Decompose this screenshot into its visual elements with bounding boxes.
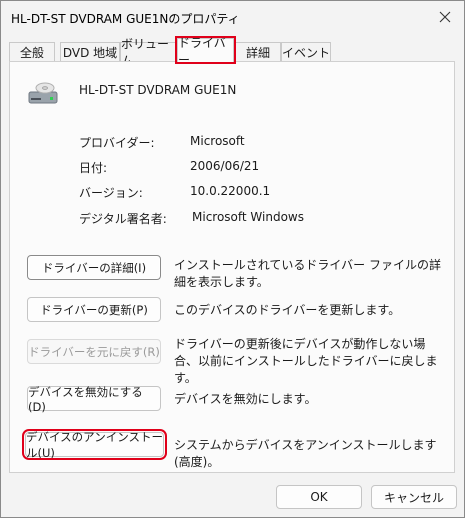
rollback-driver-button[interactable]: ドライバーを元に戻す(R) (27, 339, 161, 364)
uninstall-device-button[interactable]: デバイスのアンインストール(U) (22, 429, 167, 460)
driver-panel: HL-DT-ST DVDRAM GUE1N プロバイダー: Microsoft … (9, 61, 455, 473)
tab-details[interactable]: 詳細 (235, 42, 281, 61)
close-icon (439, 11, 451, 23)
window-title: HL-DT-ST DVDRAM GUE1Nのプロパティ (11, 12, 240, 26)
driver-details-button[interactable]: ドライバーの詳細(I) (27, 255, 161, 280)
disable-device-description: デバイスを無効にします。 (174, 392, 317, 406)
close-button[interactable] (432, 5, 458, 29)
ok-button[interactable]: OK (276, 485, 362, 509)
date-value: 2006/06/21 (190, 159, 260, 173)
update-driver-button[interactable]: ドライバーの更新(P) (27, 297, 161, 322)
uninstall-device-description: システムからデバイスをアンインストールします (高度)。 (174, 438, 437, 469)
properties-dialog: HL-DT-ST DVDRAM GUE1Nのプロパティ 全般 DVD 地域 ボリ… (0, 0, 465, 518)
update-driver-description: このデバイスのドライバーを更新します。 (174, 303, 401, 317)
signer-value: Microsoft Windows (192, 210, 304, 224)
title-bar: HL-DT-ST DVDRAM GUE1Nのプロパティ (1, 1, 464, 35)
dvd-drive-icon (28, 80, 58, 109)
provider-label: プロバイダー: (79, 136, 155, 150)
tab-volume[interactable]: ボリューム (120, 37, 177, 68)
version-value: 10.0.22000.1 (190, 184, 271, 198)
tab-strip: 全般 DVD 地域 ボリューム ドライバー 詳細 イベント (9, 36, 456, 68)
tab-events[interactable]: イベント (281, 42, 331, 61)
date-label: 日付: (79, 161, 108, 175)
tab-driver[interactable]: ドライバー (175, 36, 236, 67)
cancel-button[interactable]: キャンセル (371, 485, 457, 509)
signer-label: デジタル署名者: (79, 212, 167, 226)
rollback-driver-description: ドライバーの更新後にデバイスが動作しない場合、以前にインストールしたドライバーに… (174, 337, 438, 385)
tab-general[interactable]: 全般 (9, 42, 55, 61)
driver-details-description: インストールされているドライバー ファイルの詳細を表示します。 (174, 258, 441, 289)
disable-device-button[interactable]: デバイスを無効にする(D) (27, 385, 161, 414)
device-name: HL-DT-ST DVDRAM GUE1N (79, 83, 237, 97)
tab-dvd-region[interactable]: DVD 地域 (60, 42, 120, 61)
provider-value: Microsoft (190, 134, 245, 148)
version-label: バージョン: (79, 186, 143, 200)
